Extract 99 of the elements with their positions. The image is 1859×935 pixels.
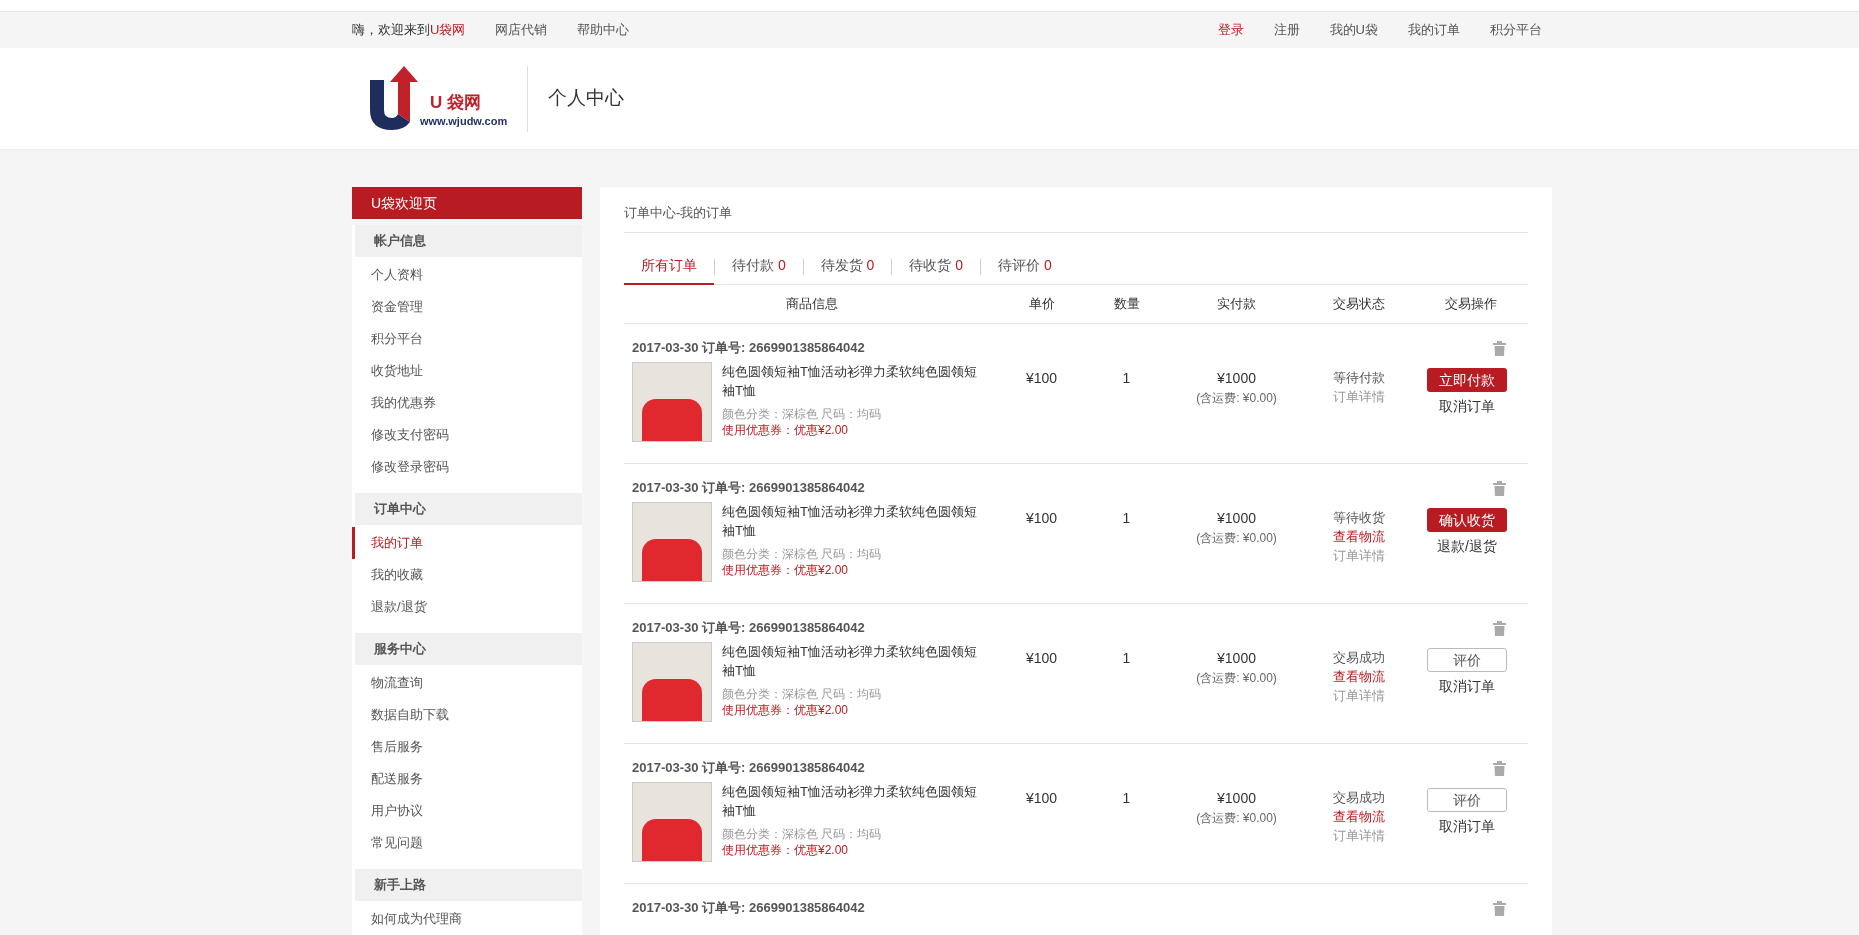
order-status: 等待付款: [1333, 369, 1385, 387]
column-header: 交易状态: [1333, 296, 1385, 312]
product-spec: 颜色分类：深棕色 尺码：均码: [722, 406, 883, 422]
outline-action-button[interactable]: 评价: [1427, 788, 1507, 812]
unit-price: ¥100: [1025, 650, 1058, 666]
trash-icon[interactable]: [1493, 480, 1506, 496]
action-link[interactable]: 退款/退货: [1437, 536, 1497, 557]
sidebar-item[interactable]: 修改登录密码: [352, 451, 582, 483]
unit-price: ¥100: [1025, 370, 1058, 386]
welcome-text: 嗨，欢迎来到U袋网: [352, 21, 466, 40]
site-logo[interactable]: U 袋网 www.wjudw.com: [366, 65, 529, 132]
order-tab[interactable]: 所有订单: [624, 248, 714, 285]
column-header: 交易操作: [1445, 296, 1497, 312]
sidebar-group-title: 帐户信息: [355, 225, 582, 257]
unit-price: ¥100: [1025, 510, 1058, 526]
product-spec: 颜色分类：深棕色 尺码：均码: [722, 546, 883, 562]
order-header: 2017-03-30 订单号: 2669901385864042: [632, 339, 865, 358]
product-title-link[interactable]: 纯色圆领短袖T恤活动衫弹力柔软纯色圆领短袖T恤: [722, 502, 980, 540]
coupon-text: 使用优惠券：优惠¥2.00: [722, 422, 850, 438]
sidebar-item[interactable]: 如何成为代理商: [352, 903, 582, 935]
product-spec: 颜色分类：深棕色 尺码：均码: [722, 826, 883, 842]
action-link[interactable]: 取消订单: [1439, 396, 1495, 417]
order-status: 等待收货: [1333, 509, 1385, 527]
order-status: 交易成功: [1333, 649, 1385, 667]
order-tab[interactable]: 待发货 0: [803, 248, 892, 285]
trash-icon[interactable]: [1493, 760, 1506, 776]
sidebar-group-title: 订单中心: [355, 493, 582, 525]
sidebar-item[interactable]: 数据自助下载: [352, 699, 582, 731]
sidebar-item[interactable]: 积分平台: [352, 323, 582, 355]
order-header: 2017-03-30 订单号: 2669901385864042: [632, 479, 865, 498]
sidebar-group-title: 服务中心: [355, 633, 582, 665]
breadcrumb: 订单中心-我的订单: [624, 203, 1528, 233]
column-header: 实付款: [1217, 296, 1256, 312]
top-nav-link[interactable]: 我的订单: [1408, 20, 1460, 40]
action-link[interactable]: 取消订单: [1439, 816, 1495, 837]
product-spec: 颜色分类：深棕色 尺码：均码: [722, 686, 883, 702]
sidebar-item[interactable]: 配送服务: [352, 763, 582, 795]
top-nav-link[interactable]: 网店代销: [495, 20, 548, 40]
coupon-text: 使用优惠券：优惠¥2.00: [722, 702, 850, 718]
sidebar-item[interactable]: 常见问题: [352, 827, 582, 859]
sidebar-welcome-link[interactable]: U袋欢迎页: [352, 187, 582, 219]
order-header: 2017-03-30 订单号: 2669901385864042: [632, 619, 865, 638]
column-header: 数量: [1113, 296, 1140, 312]
trash-icon[interactable]: [1493, 620, 1506, 636]
status-link[interactable]: 查看物流: [1333, 527, 1385, 546]
column-header: 单价: [1028, 296, 1055, 312]
unit-price: ¥100: [1025, 790, 1058, 806]
logo-text: U 袋网: [429, 91, 482, 114]
order-header: 2017-03-30 订单号: 2669901385864042: [632, 759, 865, 778]
trash-icon[interactable]: [1493, 900, 1506, 916]
sidebar-item[interactable]: 修改支付密码: [352, 419, 582, 451]
shipping-fee: (含运费: ¥0.00): [1196, 530, 1277, 547]
product-title-link[interactable]: 纯色圆领短袖T恤活动衫弹力柔软纯色圆领短袖T恤: [722, 362, 980, 400]
action-link[interactable]: 取消订单: [1439, 676, 1495, 697]
top-nav-link[interactable]: 注册: [1273, 20, 1300, 40]
primary-action-button[interactable]: 确认收货: [1427, 508, 1507, 532]
sidebar-item[interactable]: 物流查询: [352, 667, 582, 699]
sidebar-item[interactable]: 退款/退货: [352, 591, 582, 623]
sidebar-item[interactable]: 用户协议: [352, 795, 582, 827]
status-link[interactable]: 查看物流: [1333, 667, 1385, 686]
order-tab[interactable]: 待收货 0: [892, 248, 981, 285]
order-header: 2017-03-30 订单号: 2669901385864042: [632, 899, 865, 918]
product-title-link[interactable]: 纯色圆领短袖T恤活动衫弹力柔软纯色圆领短袖T恤: [722, 782, 980, 820]
sidebar-item[interactable]: 我的订单: [352, 527, 582, 559]
logo-url: www.wjudw.com: [420, 113, 508, 128]
top-nav-link[interactable]: 帮助中心: [577, 20, 630, 40]
sidebar-item[interactable]: 我的优惠券: [352, 387, 582, 419]
page-title: 个人中心: [548, 86, 625, 111]
order-tab[interactable]: 待付款 0: [715, 248, 803, 285]
sidebar-item[interactable]: 资金管理: [352, 291, 582, 323]
coupon-text: 使用优惠券：优惠¥2.00: [722, 842, 850, 858]
sidebar-item[interactable]: 收货地址: [352, 355, 582, 387]
total-paid: ¥1000: [1217, 649, 1256, 668]
total-paid: ¥1000: [1217, 509, 1256, 528]
total-paid: ¥1000: [1217, 369, 1256, 388]
quantity: 1: [1122, 370, 1131, 386]
top-nav-link[interactable]: 积分平台: [1490, 20, 1542, 40]
top-nav-link[interactable]: 我的U袋: [1329, 20, 1378, 40]
quantity: 1: [1122, 650, 1131, 666]
coupon-text: 使用优惠券：优惠¥2.00: [722, 562, 850, 578]
sidebar-item[interactable]: 我的收藏: [352, 559, 582, 591]
column-header: 商品信息: [785, 296, 838, 312]
shipping-fee: (含运费: ¥0.00): [1196, 670, 1277, 687]
shipping-fee: (含运费: ¥0.00): [1196, 810, 1277, 827]
order-tab[interactable]: 待评价 0: [981, 248, 1069, 285]
product-title-link[interactable]: 纯色圆领短袖T恤活动衫弹力柔软纯色圆领短袖T恤: [722, 642, 980, 680]
quantity: 1: [1122, 510, 1131, 526]
total-paid: ¥1000: [1217, 789, 1256, 808]
sidebar-item[interactable]: 个人资料: [352, 259, 582, 291]
top-nav-link[interactable]: 登录: [1217, 20, 1244, 40]
primary-action-button[interactable]: 立即付款: [1427, 368, 1507, 392]
sidebar-item[interactable]: 售后服务: [352, 731, 582, 763]
status-link[interactable]: 查看物流: [1333, 807, 1385, 826]
sidebar-group-title: 新手上路: [355, 869, 582, 901]
quantity: 1: [1122, 790, 1131, 806]
outline-action-button[interactable]: 评价: [1427, 648, 1507, 672]
shipping-fee: (含运费: ¥0.00): [1196, 390, 1277, 407]
order-status: 交易成功: [1333, 789, 1385, 807]
trash-icon[interactable]: [1493, 340, 1506, 356]
